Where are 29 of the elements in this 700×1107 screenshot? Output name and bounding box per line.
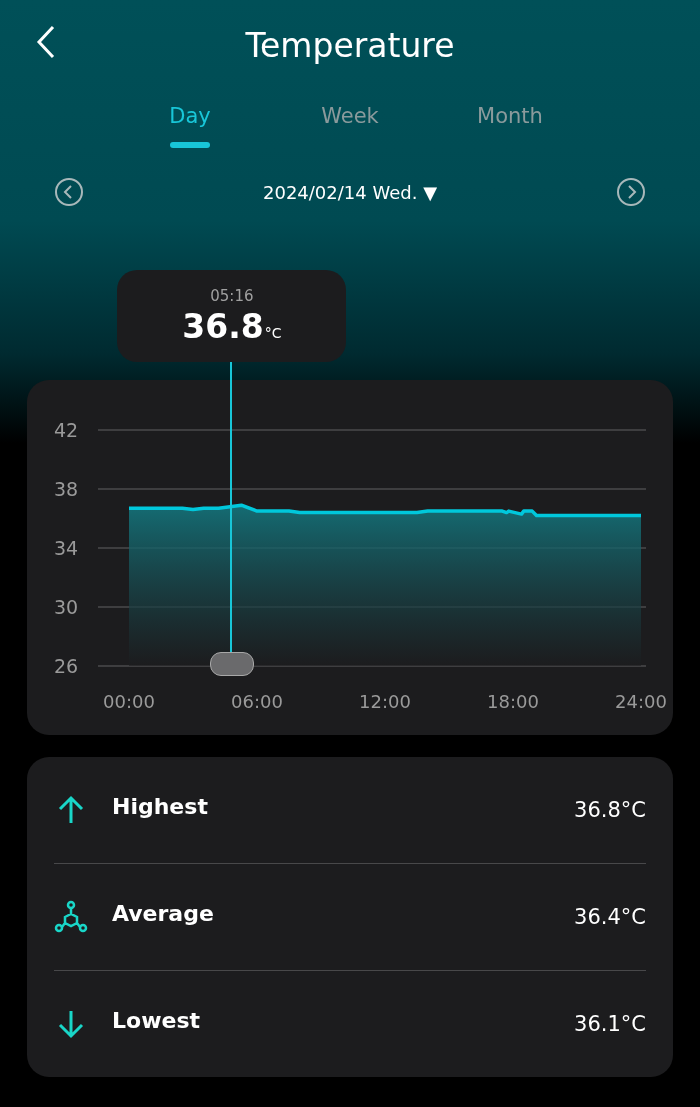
period-tab[interactable]: Month <box>460 104 560 162</box>
tooltip-unit: °C <box>264 324 282 341</box>
x-axis-label: 18:00 <box>487 691 539 712</box>
tooltip-value: 36.8 <box>182 306 264 346</box>
tooltip-time: 05:16 <box>210 286 254 305</box>
date-picker[interactable]: 2024/02/14 Wed. ▼ <box>257 180 443 204</box>
y-axis-label: 38 <box>53 478 79 500</box>
x-axis-label: 00:00 <box>103 691 155 712</box>
period-tab[interactable]: Day <box>140 104 240 162</box>
x-axis-label: 12:00 <box>359 691 411 712</box>
period-tab[interactable]: Week <box>300 104 400 162</box>
stat-value: 36.8°C <box>574 798 646 822</box>
x-axis-label: 06:00 <box>231 691 283 712</box>
y-axis-label: 30 <box>53 596 79 618</box>
y-axis-label: 42 <box>53 419 79 441</box>
page-title: Temperature <box>245 25 455 65</box>
cursor-handle[interactable] <box>210 652 255 676</box>
previous-button[interactable] <box>54 177 84 207</box>
x-axis-label: 24:00 <box>615 691 667 712</box>
stat-label: Lowest <box>112 1007 201 1033</box>
y-axis-label: 34 <box>53 537 79 559</box>
stat-value: 36.1°C <box>574 1012 646 1036</box>
molecule-icon <box>54 900 88 934</box>
stat-label: Highest <box>112 793 209 819</box>
next-button[interactable] <box>616 177 646 207</box>
stat-value: 36.4°C <box>574 905 646 929</box>
chevron-left-icon <box>36 25 56 59</box>
y-axis-label: 26 <box>53 655 79 677</box>
stat-label: Average <box>112 900 215 926</box>
